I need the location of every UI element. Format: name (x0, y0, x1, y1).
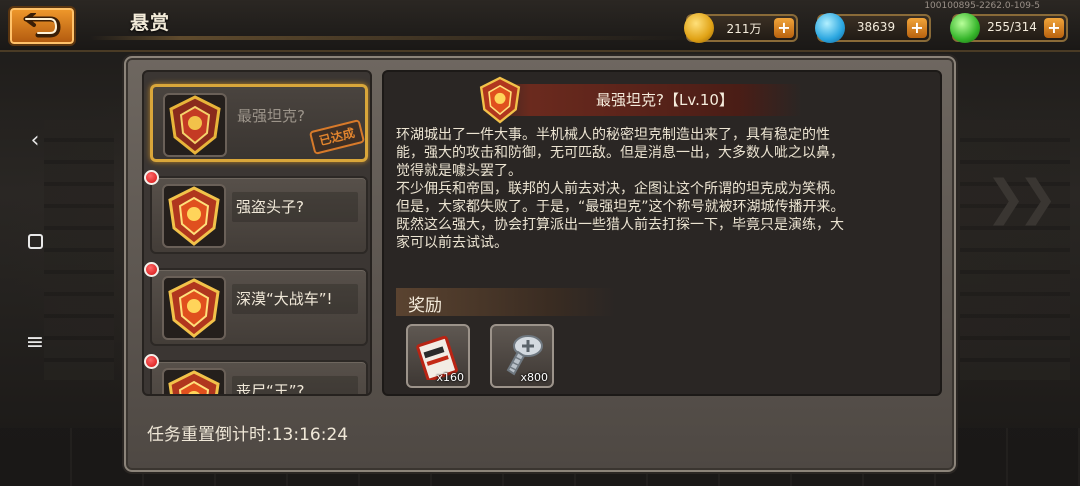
bounty-card-label: 深漠“大战车”! (236, 290, 333, 308)
rank-badge-icon (169, 95, 221, 155)
title-underline (90, 36, 690, 40)
new-indicator-dot (144, 262, 159, 277)
rank-badge-icon (479, 76, 521, 124)
description-line: 能，强大的攻击和防御，无可匹敌。但是消息一出，大多数人呲之以鼻， (396, 145, 844, 161)
description-line: 觉得就是噱头罢了。 (396, 163, 522, 179)
rank-badge-icon (168, 278, 220, 338)
gold-coin-icon (684, 13, 714, 43)
build-id: 100100895-2262.0-109-5 (924, 1, 1040, 11)
bounty-card-strongest-tank[interactable]: 最强坦克? 已达成 (150, 84, 368, 162)
detail-description: 环湖城出了一件大事。半机械人的秘密坦克制造出来了，具有稳定的性 能，强大的攻击和… (396, 126, 926, 252)
gem-counter: 38639 + (815, 13, 931, 43)
reward-item-ticket[interactable]: x160 (406, 324, 470, 388)
bounty-card-zombie-king[interactable]: 丧尸“王”? (144, 354, 368, 396)
energy-value: 255/314 (987, 20, 1037, 34)
gem-icon (815, 13, 845, 43)
description-line: 但是，大家都失败了。于是，“最强坦克”这个称号就被环湖城传播开来。 (396, 199, 845, 215)
reward-item-screw[interactable]: x800 (490, 324, 554, 388)
bounty-list[interactable]: 最强坦克? 已达成 强盗头子? 深漠“大战车”! 丧尸“王”? (142, 70, 372, 396)
rank-badge-icon (168, 186, 220, 246)
new-indicator-dot (144, 170, 159, 185)
energy-counter: 255/314 + (950, 13, 1068, 43)
new-indicator-dot (144, 354, 159, 369)
top-bar: 悬赏 100100895-2262.0-109-5 211万 + 38639 +… (0, 0, 1080, 52)
gem-value: 38639 (856, 20, 896, 34)
energy-icon (950, 13, 980, 43)
reward-quantity: x160 (436, 371, 464, 384)
add-energy-button[interactable]: + (1044, 18, 1064, 38)
bounty-card-label: 丧尸“王”? (236, 382, 305, 396)
rewards-header: 奖励 (396, 288, 616, 316)
add-gem-button[interactable]: + (907, 18, 927, 38)
add-gold-button[interactable]: + (774, 18, 794, 38)
background-wall-left (44, 120, 114, 380)
bounty-card-label: 强盗头子? (236, 198, 304, 216)
reward-quantity: x800 (520, 371, 548, 384)
page-title: 悬赏 (130, 12, 171, 34)
return-arrow-icon (23, 13, 61, 38)
completed-stamp: 已达成 (308, 119, 366, 155)
system-home-icon[interactable] (18, 226, 52, 260)
rewards-header-label: 奖励 (408, 296, 442, 316)
description-line: 家可以前去试试。 (396, 235, 508, 251)
gold-counter: 211万 + (684, 13, 798, 43)
back-button[interactable] (8, 6, 76, 46)
background-wall-right (960, 120, 1070, 380)
rank-badge-icon (168, 370, 220, 394)
bounty-card-label: 最强坦克? (237, 107, 305, 125)
bounty-card-desert-tank[interactable]: 深漠“大战车”! (144, 262, 368, 346)
description-line: 不少佣兵和帝国，联邦的人前去对决，企图让这个所谓的坦克成为笑柄。 (396, 181, 844, 197)
gold-value: 211万 (726, 22, 762, 36)
background-chevron-icon: ❯❯ (985, 170, 1058, 226)
detail-title: 最强坦克?【Lv.10】 (596, 91, 734, 109)
reset-countdown: 任务重置倒计时:13:16:24 (147, 425, 349, 445)
system-menu-icon[interactable]: ≡ (18, 326, 52, 360)
description-line: 环湖城出了一件大事。半机械人的秘密坦克制造出来了，具有稳定的性 (396, 127, 830, 143)
system-back-icon[interactable]: ‹ (18, 124, 52, 158)
description-line: 既然这么强大，协会打算派出一些猎人前去打探一下，毕竟只是演练，大 (396, 217, 844, 233)
bounty-card-bandit-chief[interactable]: 强盗头子? (144, 170, 368, 254)
